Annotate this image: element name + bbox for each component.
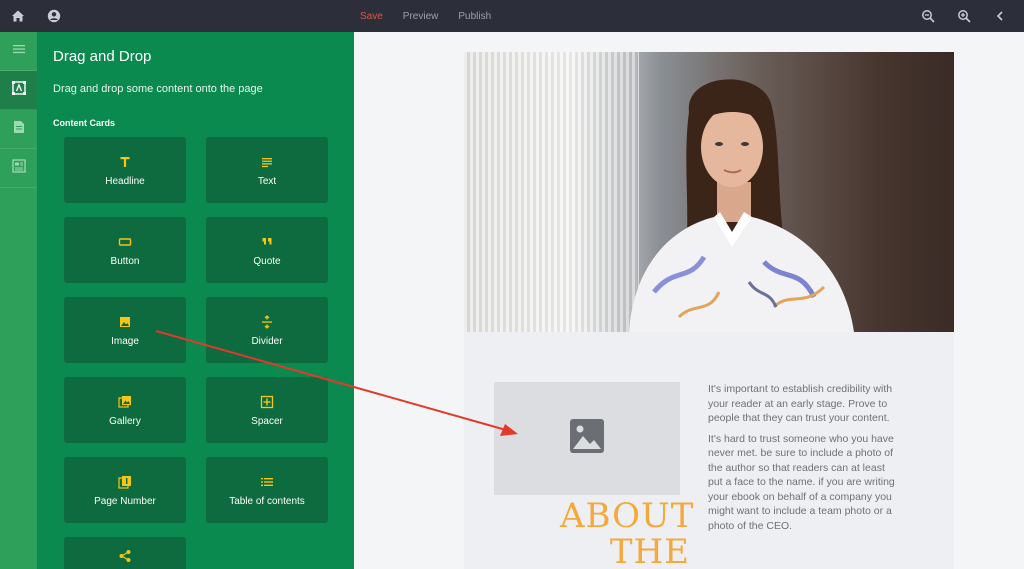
button-icon <box>118 234 132 250</box>
card-table-of-contents[interactable]: Table of contents <box>206 457 328 523</box>
content-cards-panel: Drag and Drop Drag and drop some content… <box>37 32 354 569</box>
text-icon <box>261 154 273 170</box>
card-divider[interactable]: Divider <box>206 297 328 363</box>
zoom-out-icon[interactable] <box>912 0 944 32</box>
card-label: Button <box>110 255 140 267</box>
card-page-number[interactable]: Page Number <box>64 457 186 523</box>
chevron-left-icon[interactable] <box>984 0 1016 32</box>
card-share[interactable] <box>64 537 186 569</box>
preview-button[interactable]: Preview <box>403 11 439 22</box>
rail-item-page[interactable] <box>0 110 37 149</box>
table-of-contents-icon <box>260 474 274 490</box>
zoom-in-icon[interactable] <box>948 0 980 32</box>
about-body-text[interactable]: It's important to establish credibility … <box>708 382 898 539</box>
content-cards-icon <box>11 80 27 101</box>
rail-item-menu[interactable] <box>0 32 37 71</box>
publish-button[interactable]: Publish <box>458 11 491 22</box>
section-heading: Content Cards <box>53 118 116 128</box>
editor-canvas[interactable]: ABOUT THE It's important to establish cr… <box>354 32 1024 569</box>
card-label: Headline <box>105 175 145 187</box>
card-gallery[interactable]: Gallery <box>64 377 186 443</box>
card-label: Page Number <box>94 495 156 507</box>
card-label: Spacer <box>251 415 283 427</box>
share-icon <box>118 549 132 563</box>
about-heading[interactable]: ABOUT THE <box>560 498 693 569</box>
card-button[interactable]: Button <box>64 217 186 283</box>
paragraph: It's important to establish credibility … <box>708 383 893 424</box>
image-placeholder[interactable] <box>494 382 680 495</box>
page-number-icon <box>118 474 132 490</box>
account-icon[interactable] <box>38 0 70 32</box>
panel-subtitle: Drag and drop some content onto the page <box>53 83 263 95</box>
ebook-page[interactable]: ABOUT THE It's important to establish cr… <box>464 52 954 569</box>
divider-icon <box>261 314 273 330</box>
card-label: Image <box>111 335 139 347</box>
card-spacer[interactable]: Spacer <box>206 377 328 443</box>
card-text[interactable]: Text <box>206 137 328 203</box>
card-quote[interactable]: Quote <box>206 217 328 283</box>
home-icon[interactable] <box>2 0 34 32</box>
paragraph: It's hard to trust someone who you have … <box>708 432 895 532</box>
page-icon <box>13 120 25 139</box>
menu-icon <box>12 42 26 60</box>
save-button[interactable]: Save <box>360 11 383 22</box>
rail-item-content-cards[interactable] <box>0 71 37 110</box>
icon-rail <box>0 32 37 569</box>
gallery-icon <box>118 394 132 410</box>
top-bar: Save Preview Publish <box>0 0 1024 32</box>
card-label: Text <box>257 175 277 187</box>
layout-icon <box>11 158 26 178</box>
image-placeholder-icon <box>569 418 605 459</box>
card-image[interactable]: Image <box>64 297 186 363</box>
image-icon <box>119 314 131 330</box>
rail-item-layout[interactable] <box>0 149 37 188</box>
card-headline[interactable]: Headline <box>64 137 186 203</box>
portrait-illustration <box>629 79 854 332</box>
cover-photo[interactable] <box>464 52 954 332</box>
quote-icon <box>261 234 273 250</box>
card-label: Divider <box>251 335 283 347</box>
card-label: Gallery <box>109 415 141 427</box>
top-nav: Save Preview Publish <box>360 0 600 32</box>
card-label: Table of contents <box>229 495 305 507</box>
panel-title: Drag and Drop <box>53 48 152 65</box>
headline-icon <box>119 154 131 170</box>
spacer-icon <box>260 394 274 410</box>
card-label: Quote <box>253 255 281 267</box>
